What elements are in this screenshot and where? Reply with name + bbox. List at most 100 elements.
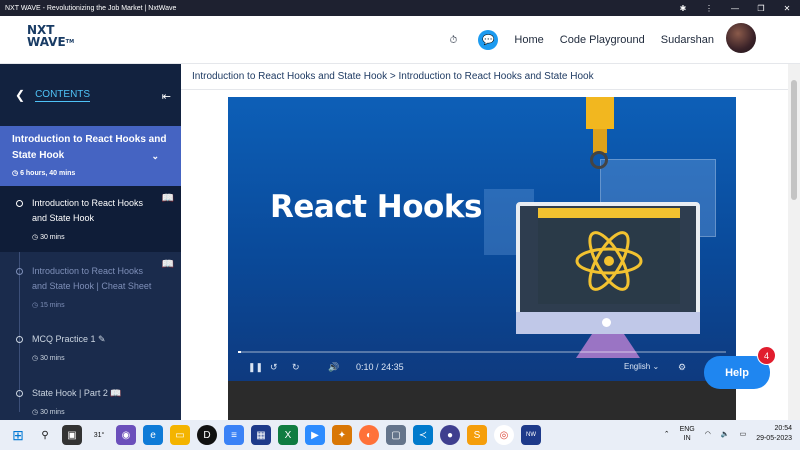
rewind-icon[interactable]: ↺	[270, 362, 278, 373]
maximize-button[interactable]: ❐	[748, 4, 774, 13]
sublime-icon[interactable]: S	[467, 425, 487, 445]
close-button[interactable]: ✕	[774, 4, 800, 13]
current-time: 0:10	[356, 362, 374, 372]
chrome-icon[interactable]: ◎	[494, 425, 514, 445]
clock-time: 20:54	[774, 425, 792, 432]
sidebar-item[interactable]: Introduction to React Hooks and State Ho…	[0, 186, 181, 252]
clock-date: 29-05-2023	[756, 435, 792, 442]
status-dot	[16, 390, 23, 397]
video-progress-bar[interactable]	[238, 351, 726, 353]
item-title: Introduction to React Hooks and State Ho…	[32, 198, 144, 223]
speaker-icon[interactable]: 🔈	[721, 430, 730, 438]
extensions-icon[interactable]: ✱	[670, 4, 696, 13]
nxtwave-logo[interactable]: NXT WAVETM	[27, 24, 83, 58]
chevron-down-icon[interactable]: ⌄	[151, 148, 159, 164]
language-label: English	[624, 362, 651, 371]
book-icon: 📖	[110, 388, 122, 398]
window-bar-graphic	[538, 208, 680, 218]
book-icon: 📖	[161, 259, 174, 270]
item-title: MCQ Practice 1	[32, 334, 96, 344]
status-dot	[16, 200, 23, 207]
back-arrow-icon[interactable]: ❮	[15, 88, 25, 102]
avatar[interactable]	[726, 23, 756, 53]
window-titlebar: NXT WAVE - Revolutionizing the Job Marke…	[0, 0, 800, 16]
teams-icon[interactable]: ◉	[116, 425, 136, 445]
logo-line2: WAVE	[27, 35, 66, 49]
react-logo-icon	[575, 231, 643, 291]
nav-home[interactable]: Home	[514, 34, 543, 46]
app-window: NXT WAVE - Revolutionizing the Job Marke…	[0, 0, 800, 450]
excel-icon[interactable]: X	[278, 425, 298, 445]
collapse-sidebar-icon[interactable]: ⇤	[162, 90, 171, 103]
book-icon: 📖	[161, 193, 174, 204]
windows-taskbar: ⊞ ⚲ ▣ 31° ◉ e ▭ D ≡ ▦ X ▶ ✦ ◐ ▢ ≺ ● S ◎ …	[0, 420, 800, 450]
vscode-icon[interactable]: ≺	[413, 425, 433, 445]
weather-icon[interactable]: 31°	[89, 425, 109, 445]
task-view-icon[interactable]: ▣	[62, 425, 82, 445]
photos-icon[interactable]: ▢	[386, 425, 406, 445]
pause-icon[interactable]: ❚❚	[248, 362, 263, 373]
video-bottom-bar	[228, 381, 736, 420]
eclipse-icon[interactable]: ●	[440, 425, 460, 445]
notepad-icon[interactable]: ≡	[224, 425, 244, 445]
dell-icon[interactable]: D	[197, 425, 217, 445]
stopwatch-icon[interactable]: ⏱	[444, 31, 462, 49]
browser-menu-icon[interactable]: ⋮	[696, 4, 722, 13]
search-icon[interactable]: ⚲	[35, 425, 55, 445]
clock-icon: ◷	[32, 355, 39, 362]
file-explorer-icon[interactable]: ▭	[170, 425, 190, 445]
contents-sidebar: ❮ CONTENTS ⇤ Introduction to React Hooks…	[0, 64, 181, 420]
settings-gear-icon[interactable]: ⚙	[678, 362, 686, 373]
time-separator: /	[376, 362, 379, 372]
crane-arm-graphic	[593, 129, 607, 153]
chevron-up-icon[interactable]: ⌃	[664, 430, 670, 438]
nxtwave-app-icon[interactable]: NW	[521, 425, 541, 445]
scrollbar-thumb[interactable]	[791, 80, 797, 200]
volume-icon[interactable]: 🔊	[328, 362, 339, 373]
sidebar-header: ❮ CONTENTS ⇤	[0, 64, 181, 126]
app-header: NXT WAVETM ⏱ 💬 Home Code Playground Suda…	[0, 16, 800, 64]
monitor-stand	[576, 334, 640, 358]
nav-code-playground[interactable]: Code Playground	[560, 34, 645, 46]
video-title-text: React Hooks	[270, 189, 482, 225]
monitor-screen	[538, 218, 680, 304]
video-progress-fill	[238, 351, 242, 353]
sidebar-item[interactable]: MCQ Practice 1 ✎ ◷ 30 mins	[0, 320, 181, 374]
contents-label[interactable]: CONTENTS	[35, 89, 91, 102]
module-header[interactable]: Introduction to React Hooks and State Ho…	[0, 126, 181, 186]
sidebar-item[interactable]: State Hook | Part 2 📖 ◷ 30 mins	[0, 374, 181, 420]
zoom-icon[interactable]: ▶	[305, 425, 325, 445]
language-indicator[interactable]: ENG IN	[680, 425, 695, 443]
store-icon[interactable]: ▦	[251, 425, 271, 445]
paint-icon[interactable]: ✦	[332, 425, 352, 445]
clock-icon: ◷	[12, 170, 19, 177]
notification-badge: 4	[757, 346, 776, 365]
hook-graphic	[590, 151, 608, 169]
item-title: State Hook | Part 2	[32, 388, 108, 398]
clock[interactable]: 20:54 29-05-2023	[756, 424, 792, 444]
item-time: 30 mins	[40, 234, 65, 241]
video-player[interactable]: React Hooks ❚❚ ↺ ↻ 🔊 0:10 / 24:35 Englis…	[228, 97, 736, 381]
lang-line1: ENG	[679, 426, 695, 433]
user-name[interactable]: Sudarshan	[661, 34, 714, 46]
page-scrollbar[interactable]	[788, 64, 800, 420]
monitor-chin	[516, 312, 700, 334]
clock-icon: ◷	[32, 234, 39, 241]
edge-icon[interactable]: e	[143, 425, 163, 445]
chat-icon[interactable]: 💬	[478, 30, 499, 50]
battery-icon[interactable]: ▭	[740, 430, 747, 438]
item-title: Introduction to React Hooks and State Ho…	[32, 266, 152, 291]
forward-icon[interactable]: ↻	[292, 362, 300, 373]
weather-temp: 31°	[93, 431, 105, 439]
firefox-icon[interactable]: ◐	[359, 425, 379, 445]
windows-start-icon[interactable]: ⊞	[8, 425, 28, 445]
status-dot	[16, 268, 23, 275]
item-time: 30 mins	[40, 409, 65, 416]
breadcrumb[interactable]: Introduction to React Hooks and State Ho…	[181, 64, 788, 90]
language-select[interactable]: English ⌄	[624, 362, 659, 371]
pencil-icon: ✎	[98, 334, 106, 344]
sidebar-item[interactable]: Introduction to React Hooks and State Ho…	[0, 252, 181, 320]
wifi-icon[interactable]: ◠	[705, 430, 711, 438]
crane-graphic	[586, 97, 614, 129]
minimize-button[interactable]: —	[722, 4, 748, 13]
